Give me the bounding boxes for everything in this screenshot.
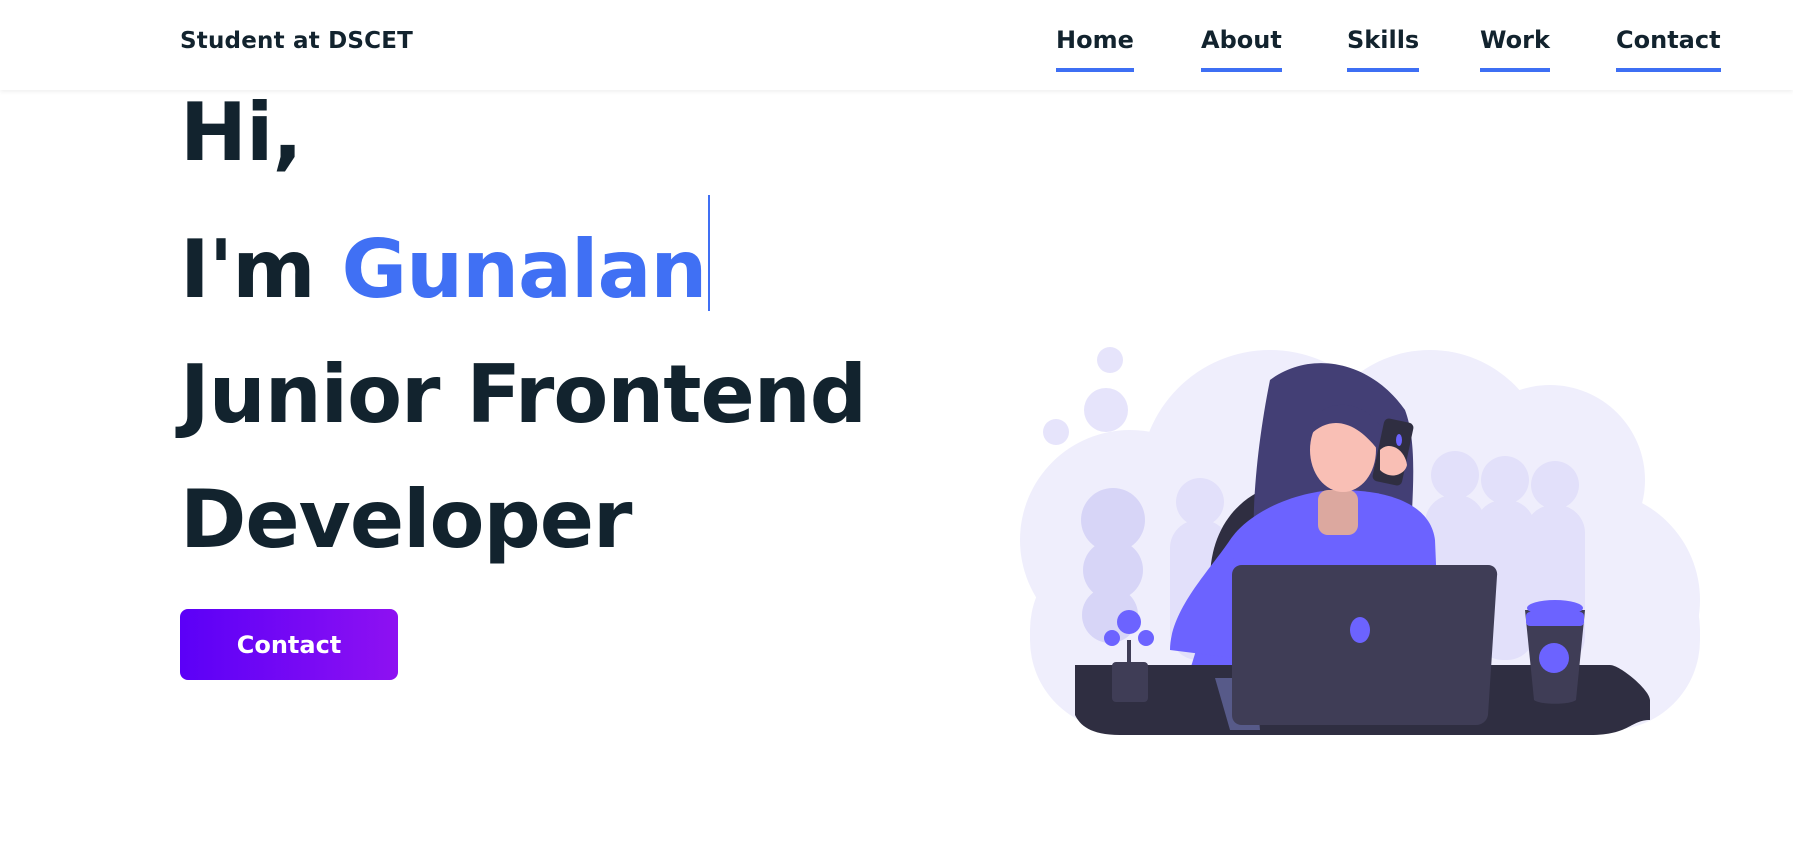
hero-name: Gunalan bbox=[341, 223, 707, 316]
phone-camera bbox=[1396, 434, 1402, 446]
laptop bbox=[1232, 565, 1498, 725]
nav-work[interactable]: Work bbox=[1480, 26, 1550, 72]
hero-intro: I'm Gunalan bbox=[180, 195, 866, 332]
hero-role-line-2: Developer bbox=[180, 473, 632, 566]
laptop-logo bbox=[1350, 617, 1370, 643]
neck bbox=[1318, 490, 1358, 535]
site-header: Student at DSCET Home About Skills Work … bbox=[0, 0, 1793, 90]
hero-section: Hi, I'm Gunalan Junior Frontend Develope… bbox=[180, 70, 867, 582]
nav-skills[interactable]: Skills bbox=[1347, 26, 1420, 72]
woman-on-phone-at-laptop-illustration bbox=[1020, 347, 1700, 735]
flower-icon bbox=[1117, 610, 1141, 634]
nav-contact[interactable]: Contact bbox=[1616, 26, 1721, 72]
bubbles bbox=[1043, 347, 1128, 445]
hero-intro-prefix: I'm bbox=[180, 223, 342, 316]
contact-button[interactable]: Contact bbox=[180, 609, 398, 680]
cup-logo bbox=[1539, 643, 1569, 673]
hero-role-line-1: Junior Frontend bbox=[180, 348, 867, 441]
brand-logo[interactable]: Student at DSCET bbox=[180, 28, 413, 54]
typing-caret bbox=[708, 195, 711, 311]
nav-home[interactable]: Home bbox=[1056, 26, 1134, 72]
nav-about[interactable]: About bbox=[1201, 26, 1282, 72]
